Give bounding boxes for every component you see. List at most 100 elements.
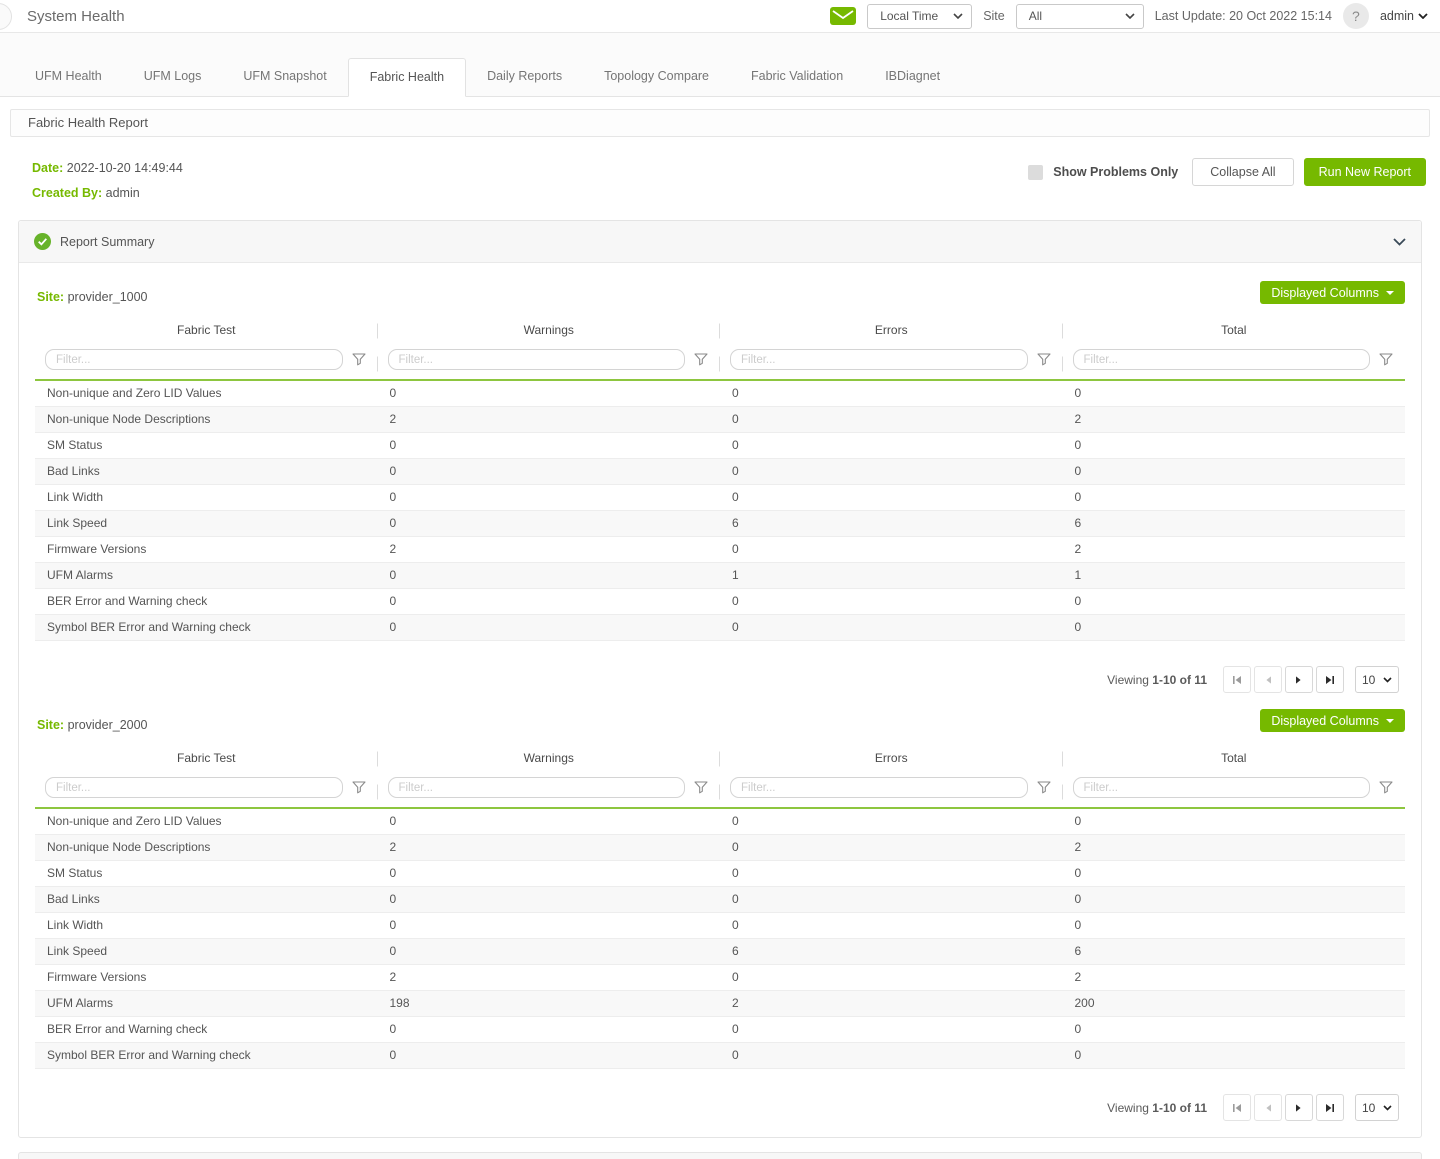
chevron-down-icon[interactable] xyxy=(1393,238,1406,246)
table-cell-warnings: 0 xyxy=(378,563,721,589)
column-header-warnings[interactable]: Warnings xyxy=(378,314,721,348)
column-header-fabric-test[interactable]: Fabric Test xyxy=(35,314,378,348)
table-cell-warnings: 0 xyxy=(378,1017,721,1043)
page-size-select[interactable]: 10 xyxy=(1355,1094,1399,1121)
pagination-viewing-text: Viewing 1-10 of 11 xyxy=(1107,673,1207,687)
table-cell-total: 0 xyxy=(1063,913,1406,939)
site-label: Site xyxy=(983,9,1005,23)
funnel-icon[interactable] xyxy=(1379,781,1393,794)
last-page-button[interactable] xyxy=(1316,1094,1344,1121)
report-summary-header[interactable]: Report Summary xyxy=(19,221,1421,263)
table-row: UFM Alarms011 xyxy=(35,563,1405,589)
table-cell-total: 0 xyxy=(1063,433,1406,459)
table-cell-total: 2 xyxy=(1063,537,1406,563)
run-new-report-button[interactable]: Run New Report xyxy=(1304,158,1426,186)
page-size-select[interactable]: 10 xyxy=(1355,666,1399,693)
site-select[interactable]: All xyxy=(1016,4,1144,29)
table-cell-warnings: 0 xyxy=(378,433,721,459)
table-cell-errors: 0 xyxy=(720,808,1063,835)
page-size-value: 10 xyxy=(1362,1101,1375,1115)
table-row: Link Speed066 xyxy=(35,939,1405,965)
table-cell-errors: 0 xyxy=(720,433,1063,459)
tab-fabric-health[interactable]: Fabric Health xyxy=(348,58,466,97)
column-header-total[interactable]: Total xyxy=(1063,314,1406,348)
mail-icon[interactable] xyxy=(830,7,856,25)
page-size-value: 10 xyxy=(1362,673,1375,687)
funnel-icon[interactable] xyxy=(694,781,708,794)
filter-input-warnings[interactable] xyxy=(388,777,686,798)
table-row: Link Width000 xyxy=(35,485,1405,511)
tab-daily-reports[interactable]: Daily Reports xyxy=(466,58,583,96)
column-header-fabric-test[interactable]: Fabric Test xyxy=(35,742,378,776)
filter-input-warnings[interactable] xyxy=(388,349,686,370)
displayed-columns-button[interactable]: Displayed Columns xyxy=(1260,709,1405,732)
table-cell-warnings: 0 xyxy=(378,887,721,913)
report-controls: Show Problems Only Collapse All Run New … xyxy=(1028,158,1426,186)
last-page-button[interactable] xyxy=(1316,666,1344,693)
table-cell-warnings: 0 xyxy=(378,485,721,511)
table-cell-test: Symbol BER Error and Warning check xyxy=(35,615,378,641)
column-header-warnings[interactable]: Warnings xyxy=(378,742,721,776)
funnel-icon[interactable] xyxy=(352,781,366,794)
user-menu[interactable]: admin xyxy=(1380,9,1428,23)
table-row: Non-unique and Zero LID Values000 xyxy=(35,808,1405,835)
tab-fabric-validation[interactable]: Fabric Validation xyxy=(730,58,864,96)
table-cell-total: 0 xyxy=(1063,861,1406,887)
table-row: Non-unique Node Descriptions202 xyxy=(35,407,1405,433)
prev-page-button[interactable] xyxy=(1254,666,1282,693)
filter-input-errors[interactable] xyxy=(730,349,1028,370)
collapse-all-button[interactable]: Collapse All xyxy=(1192,158,1293,186)
pagination: Viewing 1-10 of 11 10 xyxy=(35,1069,1405,1125)
filter-input-fabric-test[interactable] xyxy=(45,349,343,370)
table-cell-errors: 0 xyxy=(720,861,1063,887)
funnel-icon[interactable] xyxy=(1379,353,1393,366)
created-by-value: admin xyxy=(106,186,140,200)
filter-input-total[interactable] xyxy=(1073,777,1371,798)
table-row: SM Status000 xyxy=(35,433,1405,459)
help-icon[interactable]: ? xyxy=(1343,3,1369,29)
table-cell-warnings: 2 xyxy=(378,407,721,433)
table-cell-total: 0 xyxy=(1063,808,1406,835)
filter-input-total[interactable] xyxy=(1073,349,1371,370)
table-cell-warnings: 2 xyxy=(378,965,721,991)
table-cell-test: UFM Alarms xyxy=(35,991,378,1017)
timezone-select[interactable]: Local Time xyxy=(867,4,972,29)
site-row: Site: provider_2000 Displayed Columns xyxy=(35,709,1405,732)
fabric-summary-header[interactable]: Fabric Summary xyxy=(19,1153,1421,1159)
show-problems-checkbox[interactable] xyxy=(1028,165,1043,180)
next-page-button[interactable] xyxy=(1285,666,1313,693)
funnel-icon[interactable] xyxy=(1037,353,1051,366)
timezone-value: Local Time xyxy=(880,9,945,23)
site-row: Site: provider_1000 Displayed Columns xyxy=(35,281,1405,304)
tab-ufm-snapshot[interactable]: UFM Snapshot xyxy=(222,58,347,96)
first-page-button[interactable] xyxy=(1223,1094,1251,1121)
filter-row xyxy=(35,776,1405,808)
filter-input-errors[interactable] xyxy=(730,777,1028,798)
corner-toggle[interactable] xyxy=(0,3,12,30)
fabric-test-table: Fabric Test Warnings Errors Total Non-un… xyxy=(35,314,1405,641)
table-row: Link Width000 xyxy=(35,913,1405,939)
column-header-errors[interactable]: Errors xyxy=(720,314,1063,348)
first-page-button[interactable] xyxy=(1223,666,1251,693)
prev-page-button[interactable] xyxy=(1254,1094,1282,1121)
funnel-icon[interactable] xyxy=(694,353,708,366)
table-row: Bad Links000 xyxy=(35,459,1405,485)
tab-ibdiagnet[interactable]: IBDiagnet xyxy=(864,58,961,96)
column-header-errors[interactable]: Errors xyxy=(720,742,1063,776)
table-cell-test: Firmware Versions xyxy=(35,965,378,991)
column-header-total[interactable]: Total xyxy=(1063,742,1406,776)
funnel-icon[interactable] xyxy=(1037,781,1051,794)
next-page-button[interactable] xyxy=(1285,1094,1313,1121)
table-cell-errors: 2 xyxy=(720,991,1063,1017)
funnel-icon[interactable] xyxy=(352,353,366,366)
filter-input-fabric-test[interactable] xyxy=(45,777,343,798)
tab-ufm-health[interactable]: UFM Health xyxy=(14,58,123,96)
table-cell-warnings: 0 xyxy=(378,939,721,965)
report-panel-title: Fabric Health Report xyxy=(10,109,1430,137)
report-summary-title: Report Summary xyxy=(60,235,154,249)
tab-topology-compare[interactable]: Topology Compare xyxy=(583,58,730,96)
table-row: Firmware Versions202 xyxy=(35,965,1405,991)
tab-ufm-logs[interactable]: UFM Logs xyxy=(123,58,223,96)
table-cell-errors: 0 xyxy=(720,615,1063,641)
displayed-columns-button[interactable]: Displayed Columns xyxy=(1260,281,1405,304)
